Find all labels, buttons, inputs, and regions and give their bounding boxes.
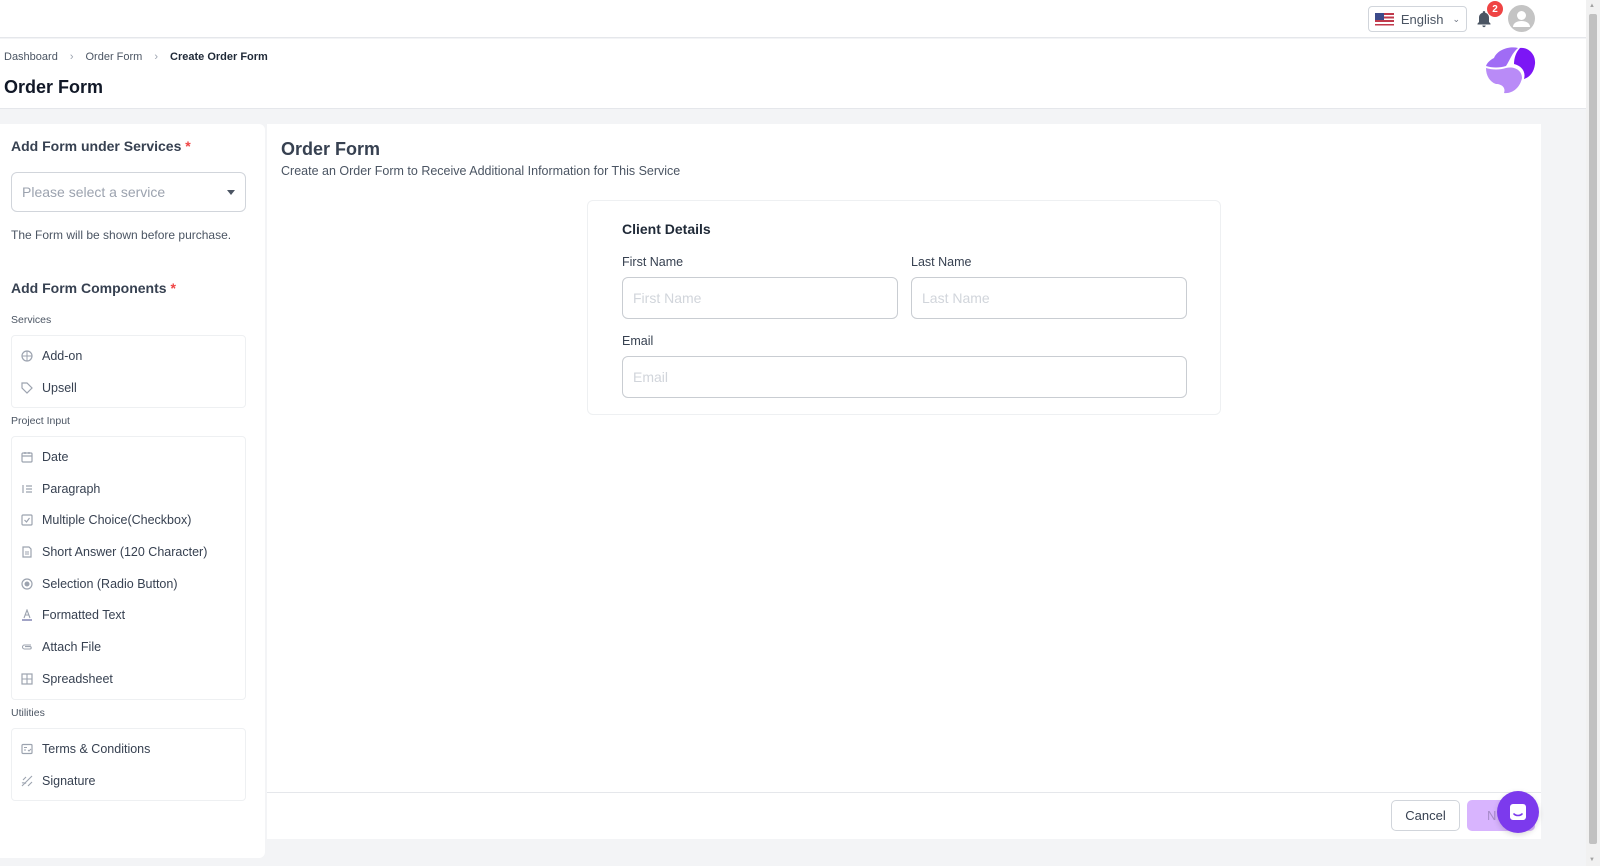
component-label: Terms & Conditions bbox=[42, 741, 151, 756]
component-short-answer[interactable]: Short Answer (120 Character) bbox=[12, 536, 245, 568]
terms-icon bbox=[21, 743, 33, 755]
last-name-label: Last Name bbox=[911, 255, 972, 269]
component-add-on[interactable]: Add-on bbox=[12, 340, 245, 372]
chevron-right-icon: › bbox=[154, 51, 159, 63]
form-subtitle: Create an Order Form to Receive Addition… bbox=[281, 164, 681, 178]
project-input-group: Date Paragraph Multiple Choice(Checkbox)… bbox=[11, 436, 246, 700]
order-form-editor: Order Form Create an Order Form to Recei… bbox=[267, 124, 1541, 839]
component-label: Signature bbox=[42, 773, 96, 788]
breadcrumb: Dashboard › Order Form › Create Order Fo… bbox=[4, 51, 268, 63]
group-label-project-input: Project Input bbox=[11, 415, 70, 427]
chat-icon bbox=[1510, 804, 1526, 820]
user-avatar[interactable] bbox=[1508, 5, 1535, 32]
scroll-up-icon[interactable]: ▲ bbox=[1589, 3, 1595, 9]
component-attach-file[interactable]: Attach File bbox=[12, 631, 245, 663]
component-label: Attach File bbox=[42, 639, 102, 654]
component-label: Selection (Radio Button) bbox=[42, 576, 178, 591]
component-label: Date bbox=[42, 449, 69, 464]
form-title: Order Form bbox=[281, 139, 381, 159]
brand-logo bbox=[1484, 44, 1538, 96]
cancel-button[interactable]: Cancel bbox=[1391, 800, 1460, 831]
component-upsell[interactable]: Upsell bbox=[12, 372, 245, 404]
notification-count-badge: 2 bbox=[1487, 1, 1503, 17]
services-group: Add-on Upsell bbox=[11, 335, 246, 409]
scrollbar-thumb[interactable] bbox=[1589, 14, 1597, 844]
heading-text: Add Form under Services bbox=[11, 138, 182, 154]
last-name-input[interactable] bbox=[911, 277, 1187, 319]
text-format-icon bbox=[21, 609, 33, 621]
form-components-panel: Add Form under Services * Please select … bbox=[0, 124, 265, 858]
required-mark: * bbox=[170, 280, 176, 296]
client-details-card: Client Details First Name Last Name Emai… bbox=[587, 200, 1221, 415]
checkbox-icon bbox=[21, 514, 33, 526]
paperclip-icon bbox=[21, 641, 33, 653]
top-bar: English ⌄ 2 bbox=[0, 0, 1586, 38]
add-form-under-services-heading: Add Form under Services * bbox=[11, 138, 191, 154]
component-label: Multiple Choice(Checkbox) bbox=[42, 513, 192, 528]
caret-down-icon bbox=[227, 189, 235, 195]
service-select-placeholder: Please select a service bbox=[22, 184, 166, 200]
page-title: Order Form bbox=[4, 77, 104, 97]
component-multiple-choice[interactable]: Multiple Choice(Checkbox) bbox=[12, 504, 245, 536]
breadcrumb-create-order-form: Create Order Form bbox=[170, 51, 268, 63]
page-scrollbar[interactable]: ▲ ▼ bbox=[1586, 0, 1600, 866]
first-name-input[interactable] bbox=[622, 277, 898, 319]
component-selection-radio[interactable]: Selection (Radio Button) bbox=[12, 568, 245, 600]
chevron-right-icon: › bbox=[69, 51, 74, 63]
footer-divider bbox=[267, 792, 1541, 793]
tag-icon bbox=[21, 381, 33, 394]
signature-icon bbox=[21, 775, 33, 787]
heading-text: Add Form Components bbox=[11, 280, 167, 296]
us-flag-icon bbox=[1375, 12, 1394, 26]
add-on-icon bbox=[21, 350, 33, 362]
required-mark: * bbox=[185, 138, 191, 154]
client-details-title: Client Details bbox=[622, 221, 711, 237]
page-header: Dashboard › Order Form › Create Order Fo… bbox=[0, 39, 1586, 109]
language-selector[interactable]: English ⌄ bbox=[1368, 6, 1467, 32]
language-label: English bbox=[1400, 11, 1444, 27]
add-form-components-heading: Add Form Components * bbox=[11, 280, 176, 296]
email-input[interactable] bbox=[622, 356, 1187, 398]
group-label-services: Services bbox=[11, 314, 52, 326]
component-label: Formatted Text bbox=[42, 608, 126, 623]
component-paragraph[interactable]: Paragraph bbox=[12, 473, 245, 505]
component-label: Spreadsheet bbox=[42, 671, 113, 686]
component-label: Upsell bbox=[42, 380, 77, 395]
component-signature[interactable]: Signature bbox=[12, 765, 245, 797]
calendar-icon bbox=[21, 451, 33, 463]
component-formatted-text[interactable]: Formatted Text bbox=[12, 599, 245, 631]
breadcrumb-dashboard[interactable]: Dashboard bbox=[4, 51, 58, 63]
scroll-down-icon[interactable]: ▼ bbox=[1589, 857, 1595, 863]
component-label: Add-on bbox=[42, 348, 83, 363]
utilities-group: Terms & Conditions Signature bbox=[11, 728, 246, 802]
radio-icon bbox=[21, 577, 33, 590]
group-label-utilities: Utilities bbox=[11, 707, 45, 719]
component-terms-conditions[interactable]: Terms & Conditions bbox=[12, 733, 245, 765]
chevron-down-icon: ⌄ bbox=[1452, 13, 1460, 24]
component-spreadsheet[interactable]: Spreadsheet bbox=[12, 663, 245, 695]
table-icon bbox=[21, 673, 33, 685]
first-name-label: First Name bbox=[622, 255, 684, 269]
service-select[interactable]: Please select a service bbox=[11, 172, 246, 212]
document-icon bbox=[21, 546, 33, 558]
component-date[interactable]: Date bbox=[12, 441, 245, 473]
component-label: Short Answer (120 Character) bbox=[42, 544, 208, 559]
chat-widget-button[interactable] bbox=[1497, 791, 1539, 833]
service-hint: The Form will be shown before purchase. bbox=[11, 228, 232, 242]
component-label: Paragraph bbox=[42, 481, 101, 496]
list-icon bbox=[21, 483, 33, 495]
email-label: Email bbox=[622, 334, 654, 348]
breadcrumb-order-form[interactable]: Order Form bbox=[86, 51, 143, 63]
